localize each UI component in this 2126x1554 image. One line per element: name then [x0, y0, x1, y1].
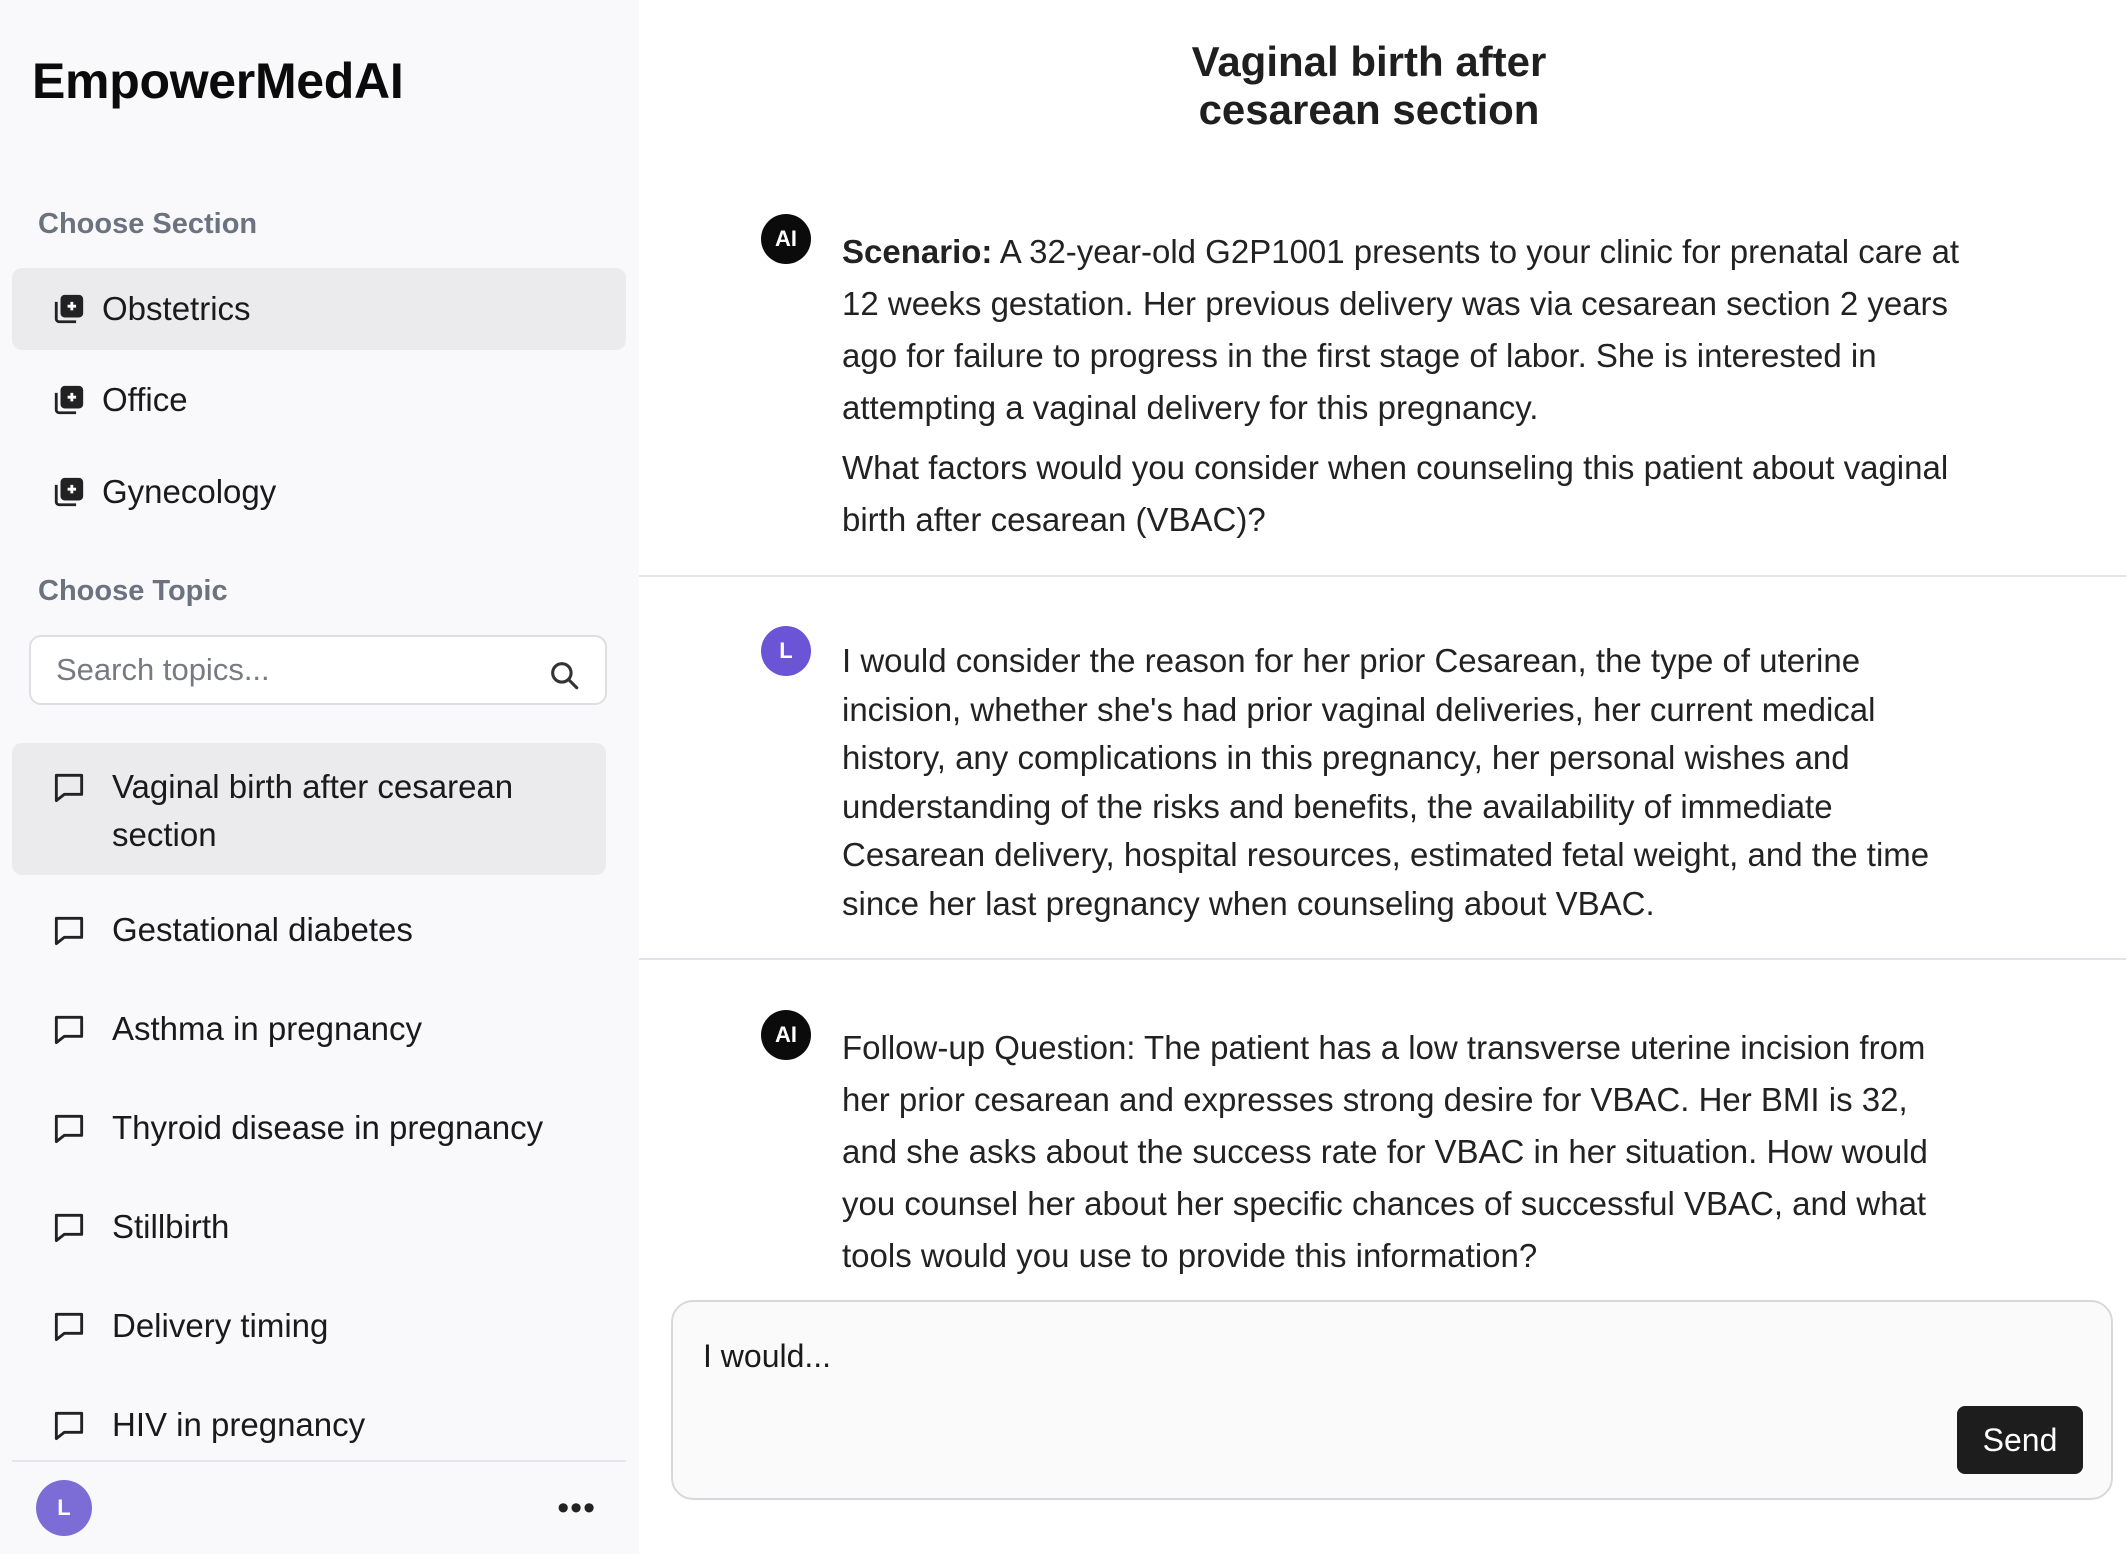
ai-avatar: AI [761, 214, 811, 264]
topic-item-thyroid[interactable]: Thyroid disease in pregnancy [12, 1104, 606, 1152]
section-item-label: Gynecology [102, 473, 277, 510]
topic-search-input[interactable] [56, 652, 547, 688]
topic-item-label: Vaginal birth after cesarean section [112, 768, 514, 853]
section-item-obstetrics[interactable]: Obstetrics [12, 268, 626, 350]
topic-item-label: HIV in pregnancy [112, 1406, 366, 1443]
search-icon[interactable] [547, 658, 583, 694]
ai-avatar: AI [761, 1010, 811, 1060]
message-divider [639, 958, 2126, 960]
chat-bubble-icon [50, 1209, 88, 1247]
question-paragraph: What factors would you consider when cou… [842, 449, 1949, 538]
topic-item-hiv[interactable]: HIV in pregnancy [12, 1401, 606, 1449]
topic-heading: Choose Topic [38, 575, 228, 607]
scenario-label: Scenario: [842, 233, 993, 270]
topic-item-delivery-timing[interactable]: Delivery timing [12, 1302, 606, 1350]
chat-bubble-icon [50, 769, 88, 807]
page-title-line: Vaginal birth after [1191, 38, 1547, 85]
topic-item-vbac[interactable]: Vaginal birth after cesarean section [12, 743, 606, 875]
topic-item-asthma[interactable]: Asthma in pregnancy [12, 1005, 606, 1053]
chat-main: Vaginal birth after cesarean section AI … [639, 0, 2126, 1554]
chat-bubble-icon [50, 1308, 88, 1346]
topic-item-label: Stillbirth [112, 1208, 230, 1245]
scenario-text: A 32-year-old G2P1001 presents to your c… [842, 233, 1960, 426]
user-avatar: L [761, 626, 811, 676]
topic-item-label: Thyroid disease in pregnancy [112, 1109, 544, 1146]
chat-bubble-icon [50, 912, 88, 950]
sidebar: EmpowerMedAI Choose Section Obstetrics O… [0, 0, 639, 1554]
topic-item-stillbirth[interactable]: Stillbirth [12, 1203, 606, 1251]
topic-item-label: Gestational diabetes [112, 911, 413, 948]
message-text: Follow-up Question: The patient has a lo… [842, 1029, 1928, 1274]
chat-bubble-icon [50, 1407, 88, 1445]
topic-item-label: Delivery timing [112, 1307, 329, 1344]
sidebar-footer: L ••• [12, 1460, 626, 1554]
composer-input[interactable]: I would... [703, 1338, 831, 1375]
app-logo: EmpowerMedAI [32, 53, 404, 109]
scenario-paragraph: Scenario: A 32-year-old G2P1001 presents… [842, 226, 1962, 434]
message-content: I would consider the reason for her prio… [842, 637, 1962, 928]
section-heading: Choose Section [38, 208, 258, 240]
message-divider [639, 575, 2126, 577]
chat-bubble-icon [50, 1011, 88, 1049]
section-item-label: Office [102, 381, 188, 418]
send-button[interactable]: Send [1957, 1406, 2083, 1474]
plus-square-stack-icon [52, 475, 86, 509]
more-options-button[interactable]: ••• [557, 1491, 596, 1525]
topic-item-label: Asthma in pregnancy [112, 1010, 423, 1047]
page-title-line: cesarean section [1198, 86, 1540, 133]
page-title: Vaginal birth after cesarean section [639, 38, 2099, 134]
chat-bubble-icon [50, 1110, 88, 1148]
message-composer[interactable]: I would... Send [671, 1300, 2113, 1500]
message-content: Follow-up Question: The patient has a lo… [842, 1022, 1962, 1282]
plus-square-stack-icon [52, 292, 86, 326]
topic-search [29, 635, 607, 705]
section-item-office[interactable]: Office [12, 359, 626, 441]
section-item-gynecology[interactable]: Gynecology [12, 451, 626, 533]
app-root: EmpowerMedAI Choose Section Obstetrics O… [0, 0, 2126, 1554]
section-item-label: Obstetrics [102, 290, 251, 327]
message-content: Scenario: A 32-year-old G2P1001 presents… [842, 226, 1962, 546]
plus-square-stack-icon [52, 383, 86, 417]
message-text: I would consider the reason for her prio… [842, 642, 1930, 922]
topic-item-gestational-diabetes[interactable]: Gestational diabetes [12, 906, 606, 954]
user-avatar[interactable]: L [36, 1480, 92, 1536]
